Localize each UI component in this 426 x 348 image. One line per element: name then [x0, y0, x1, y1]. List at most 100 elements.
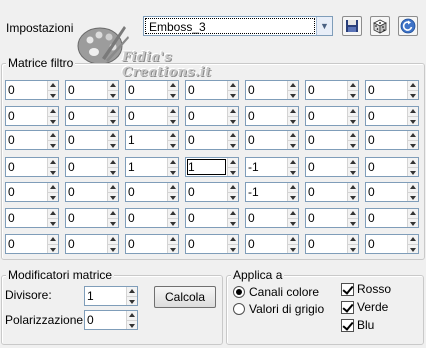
- matrix-cell-r4-c5[interactable]: 0: [305, 182, 359, 202]
- spin-down-icon[interactable]: [348, 218, 358, 227]
- spin-up-icon[interactable]: [348, 81, 358, 91]
- matrix-cell-r3-c5[interactable]: 0: [305, 157, 359, 177]
- compute-button[interactable]: Calcola: [154, 286, 216, 308]
- matrix-cell-value[interactable]: 0: [66, 209, 107, 227]
- matrix-cell-r6-c1[interactable]: 0: [65, 234, 119, 254]
- matrix-cell-value[interactable]: 0: [126, 209, 167, 227]
- spin-up-icon[interactable]: [48, 183, 58, 193]
- spin-down-icon[interactable]: [228, 90, 238, 99]
- spin-down-icon[interactable]: [288, 167, 298, 176]
- spin-down-icon[interactable]: [408, 167, 418, 176]
- spin-down-icon[interactable]: [348, 116, 358, 125]
- matrix-cell-r2-c6[interactable]: 0: [365, 130, 419, 150]
- matrix-cell-r0-c4[interactable]: 0: [245, 80, 299, 100]
- spin-down-icon[interactable]: [168, 192, 178, 201]
- spin-down-icon[interactable]: [348, 90, 358, 99]
- spin-up-icon[interactable]: [408, 107, 418, 117]
- spin-up-icon[interactable]: [408, 158, 418, 168]
- matrix-cell-value[interactable]: 0: [126, 235, 167, 253]
- spin-down-icon[interactable]: [108, 218, 118, 227]
- matrix-cell-value[interactable]: 0: [246, 131, 287, 149]
- matrix-cell-value[interactable]: 0: [306, 183, 347, 201]
- matrix-cell-r6-c4[interactable]: 0: [245, 234, 299, 254]
- matrix-cell-r3-c6[interactable]: 0: [365, 157, 419, 177]
- spin-down-icon[interactable]: [127, 320, 137, 329]
- spin-up-icon[interactable]: [108, 235, 118, 245]
- matrix-cell-value[interactable]: 0: [126, 81, 167, 99]
- matrix-cell-r5-c3[interactable]: 0: [185, 208, 239, 228]
- spin-down-icon[interactable]: [228, 167, 238, 176]
- divisor-spinbox[interactable]: 1: [84, 286, 138, 306]
- bias-spinbox[interactable]: 0: [84, 310, 138, 330]
- matrix-cell-value[interactable]: 0: [366, 81, 407, 99]
- spin-down-icon[interactable]: [48, 90, 58, 99]
- matrix-cell-r0-c3[interactable]: 0: [185, 80, 239, 100]
- matrix-cell-value[interactable]: 0: [366, 107, 407, 125]
- spin-up-icon[interactable]: [288, 209, 298, 219]
- checkbox[interactable]: [341, 300, 354, 314]
- matrix-cell-value[interactable]: 0: [126, 107, 167, 125]
- matrix-cell-r1-c0[interactable]: 0: [5, 106, 59, 126]
- spin-up-icon[interactable]: [408, 81, 418, 91]
- matrix-cell-value[interactable]: 0: [66, 81, 107, 99]
- matrix-cell-r3-c4[interactable]: -1: [245, 157, 299, 177]
- spin-up-icon[interactable]: [228, 131, 238, 141]
- matrix-cell-r5-c5[interactable]: 0: [305, 208, 359, 228]
- matrix-cell-value[interactable]: 0: [246, 107, 287, 125]
- spin-up-icon[interactable]: [168, 235, 178, 245]
- checkbox-red[interactable]: Rosso: [341, 282, 391, 296]
- checkbox[interactable]: [341, 318, 354, 332]
- spin-down-icon[interactable]: [168, 244, 178, 253]
- matrix-cell-r6-c6[interactable]: 0: [365, 234, 419, 254]
- spin-down-icon[interactable]: [228, 192, 238, 201]
- matrix-cell-value[interactable]: 0: [246, 235, 287, 253]
- spin-up-icon[interactable]: [288, 183, 298, 193]
- spin-down-icon[interactable]: [348, 167, 358, 176]
- matrix-cell-r0-c5[interactable]: 0: [305, 80, 359, 100]
- matrix-cell-r2-c2[interactable]: 1: [125, 130, 179, 150]
- spin-up-icon[interactable]: [48, 158, 58, 168]
- reset-button[interactable]: [398, 16, 418, 36]
- matrix-cell-value[interactable]: 0: [126, 183, 167, 201]
- spin-up-icon[interactable]: [108, 158, 118, 168]
- spin-down-icon[interactable]: [168, 167, 178, 176]
- spin-up-icon[interactable]: [348, 158, 358, 168]
- spin-up-icon[interactable]: [228, 183, 238, 193]
- radio-color-channels[interactable]: Canali colore: [233, 285, 319, 299]
- spin-up-icon[interactable]: [127, 287, 137, 297]
- spin-down-icon[interactable]: [108, 244, 118, 253]
- radio-button[interactable]: [233, 286, 245, 298]
- spin-down-icon[interactable]: [348, 140, 358, 149]
- matrix-cell-value[interactable]: 0: [66, 158, 107, 176]
- matrix-cell-r0-c2[interactable]: 0: [125, 80, 179, 100]
- spin-up-icon[interactable]: [408, 235, 418, 245]
- matrix-cell-r2-c5[interactable]: 0: [305, 130, 359, 150]
- spin-up-icon[interactable]: [408, 131, 418, 141]
- spin-up-icon[interactable]: [228, 81, 238, 91]
- matrix-cell-r5-c2[interactable]: 0: [125, 208, 179, 228]
- spin-up-icon[interactable]: [108, 183, 118, 193]
- matrix-cell-value[interactable]: 0: [306, 107, 347, 125]
- spin-down-icon[interactable]: [408, 116, 418, 125]
- matrix-cell-r4-c1[interactable]: 0: [65, 182, 119, 202]
- spin-down-icon[interactable]: [228, 244, 238, 253]
- spin-up-icon[interactable]: [228, 158, 238, 168]
- matrix-cell-value[interactable]: 0: [306, 81, 347, 99]
- matrix-cell-r0-c1[interactable]: 0: [65, 80, 119, 100]
- matrix-cell-value[interactable]: 0: [6, 131, 47, 149]
- matrix-cell-r2-c1[interactable]: 0: [65, 130, 119, 150]
- spin-up-icon[interactable]: [348, 235, 358, 245]
- matrix-cell-r6-c3[interactable]: 0: [185, 234, 239, 254]
- spin-up-icon[interactable]: [168, 209, 178, 219]
- spin-up-icon[interactable]: [228, 209, 238, 219]
- spin-up-icon[interactable]: [108, 209, 118, 219]
- spin-down-icon[interactable]: [228, 218, 238, 227]
- matrix-cell-r4-c2[interactable]: 0: [125, 182, 179, 202]
- matrix-cell-r4-c0[interactable]: 0: [5, 182, 59, 202]
- spin-up-icon[interactable]: [48, 209, 58, 219]
- matrix-cell-r3-c0[interactable]: 0: [5, 157, 59, 177]
- spin-down-icon[interactable]: [48, 218, 58, 227]
- spin-down-icon[interactable]: [228, 140, 238, 149]
- spin-down-icon[interactable]: [127, 296, 137, 305]
- matrix-cell-value[interactable]: 0: [6, 183, 47, 201]
